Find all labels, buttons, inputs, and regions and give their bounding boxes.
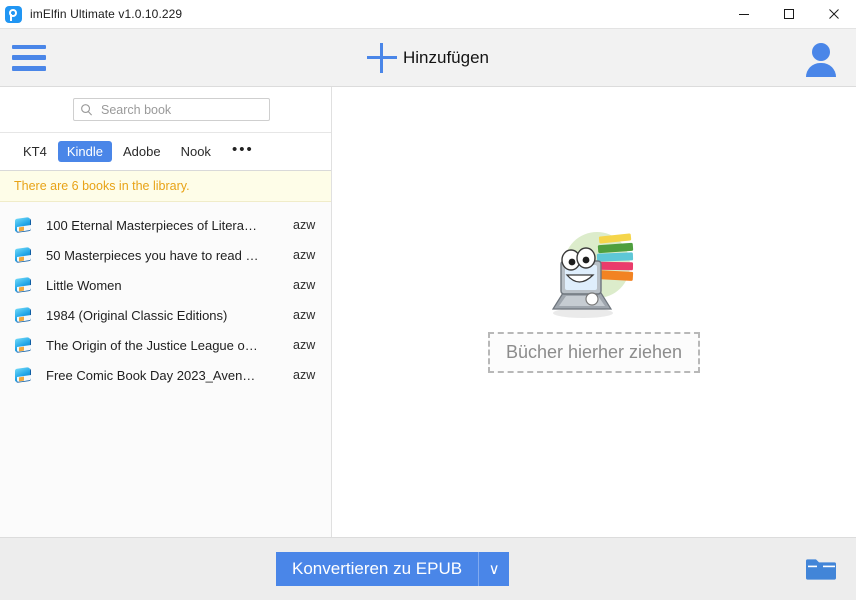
add-books-label: Hinzufügen [402, 47, 489, 67]
convert-button[interactable]: Konvertieren zu EPUB [276, 552, 479, 586]
book-format: azw [293, 308, 316, 322]
convert-button-group[interactable]: Konvertieren zu EPUB ∨ [276, 552, 510, 586]
avatar-head [812, 42, 830, 61]
list-item[interactable]: The Origin of the Justice League o… azw [0, 330, 331, 360]
list-item[interactable]: 1984 (Original Classic Editions) azw [0, 300, 331, 330]
book-icon [14, 216, 34, 234]
maximize-icon [783, 9, 794, 19]
window-title: imElfin Ultimate v1.0.10.229 [30, 7, 183, 21]
book-icon [14, 366, 34, 384]
minimize-icon [738, 14, 749, 15]
drop-zone[interactable]: Bücher hierher ziehen [487, 227, 701, 373]
close-icon [828, 9, 839, 19]
library-notice-text: There are 6 books in the library. [14, 179, 190, 193]
book-icon [14, 246, 34, 264]
source-tabs: KT4 Kindle Adobe Nook ••• [0, 133, 331, 171]
tab-kt4[interactable]: KT4 [14, 141, 56, 162]
output-folder-icon [806, 559, 836, 580]
book-title: Free Comic Book Day 2023_Aven… [46, 367, 256, 383]
library-notice: There are 6 books in the library. [0, 171, 331, 202]
avatar-body [806, 62, 836, 77]
output-folder-button[interactable] [804, 555, 838, 583]
app-logo-icon [5, 5, 22, 23]
book-title: 50 Masterpieces you have to read … [46, 247, 259, 263]
more-tabs-button[interactable]: ••• [222, 142, 262, 159]
search-box[interactable] [73, 98, 270, 121]
add-books-button[interactable]: Hinzufügen [346, 39, 511, 77]
laptop-with-books-mascot-icon [539, 227, 649, 322]
search-row [0, 87, 331, 133]
book-title: Little Women [46, 277, 122, 293]
search-icon [81, 104, 93, 116]
drop-panel[interactable]: Bücher hierher ziehen [332, 87, 856, 537]
convert-dropdown-button[interactable]: ∨ [478, 552, 510, 586]
tab-nook[interactable]: Nook [172, 141, 220, 162]
list-item[interactable]: Little Women azw [0, 270, 331, 300]
main-toolbar: Hinzufügen [0, 29, 856, 87]
book-format: azw [293, 218, 316, 232]
bottom-bar: Konvertieren zu EPUB ∨ [0, 537, 856, 600]
content-area: KT4 Kindle Adobe Nook ••• There are 6 bo… [0, 87, 856, 537]
list-item[interactable]: 50 Masterpieces you have to read … azw [0, 240, 331, 270]
hamburger-bar [12, 44, 46, 50]
drop-zone-label: Bücher hierher ziehen [487, 332, 701, 373]
tab-adobe[interactable]: Adobe [114, 141, 170, 162]
library-sidebar: KT4 Kindle Adobe Nook ••• There are 6 bo… [0, 87, 332, 537]
minimize-button[interactable] [721, 0, 766, 28]
hamburger-bar [12, 65, 46, 71]
book-format: azw [293, 278, 316, 292]
list-item[interactable]: 100 Eternal Masterpieces of Litera… azw [0, 210, 331, 240]
title-bar: imElfin Ultimate v1.0.10.229 [0, 0, 856, 29]
book-title: 1984 (Original Classic Editions) [46, 307, 228, 323]
book-format: azw [293, 248, 316, 262]
list-item[interactable]: Free Comic Book Day 2023_Aven… azw [0, 360, 331, 390]
hamburger-menu-icon[interactable] [12, 44, 48, 71]
book-format: azw [293, 338, 316, 352]
book-title: 100 Eternal Masterpieces of Litera… [46, 217, 257, 233]
tab-kindle[interactable]: Kindle [57, 141, 112, 162]
window-controls [721, 0, 856, 28]
book-list[interactable]: 100 Eternal Masterpieces of Litera… azw … [0, 202, 331, 537]
application-window: imElfin Ultimate v1.0.10.229 Hinzufügen … [0, 0, 856, 600]
book-icon [14, 276, 34, 294]
close-button[interactable] [811, 0, 856, 28]
search-input[interactable] [99, 101, 263, 118]
plus-icon [366, 42, 397, 73]
book-icon [14, 336, 34, 354]
book-title: The Origin of the Justice League o… [46, 337, 258, 353]
user-avatar-icon[interactable] [804, 42, 838, 77]
maximize-button[interactable] [766, 0, 811, 28]
book-icon [14, 306, 34, 324]
hamburger-bar [12, 55, 46, 60]
book-format: azw [293, 368, 316, 382]
